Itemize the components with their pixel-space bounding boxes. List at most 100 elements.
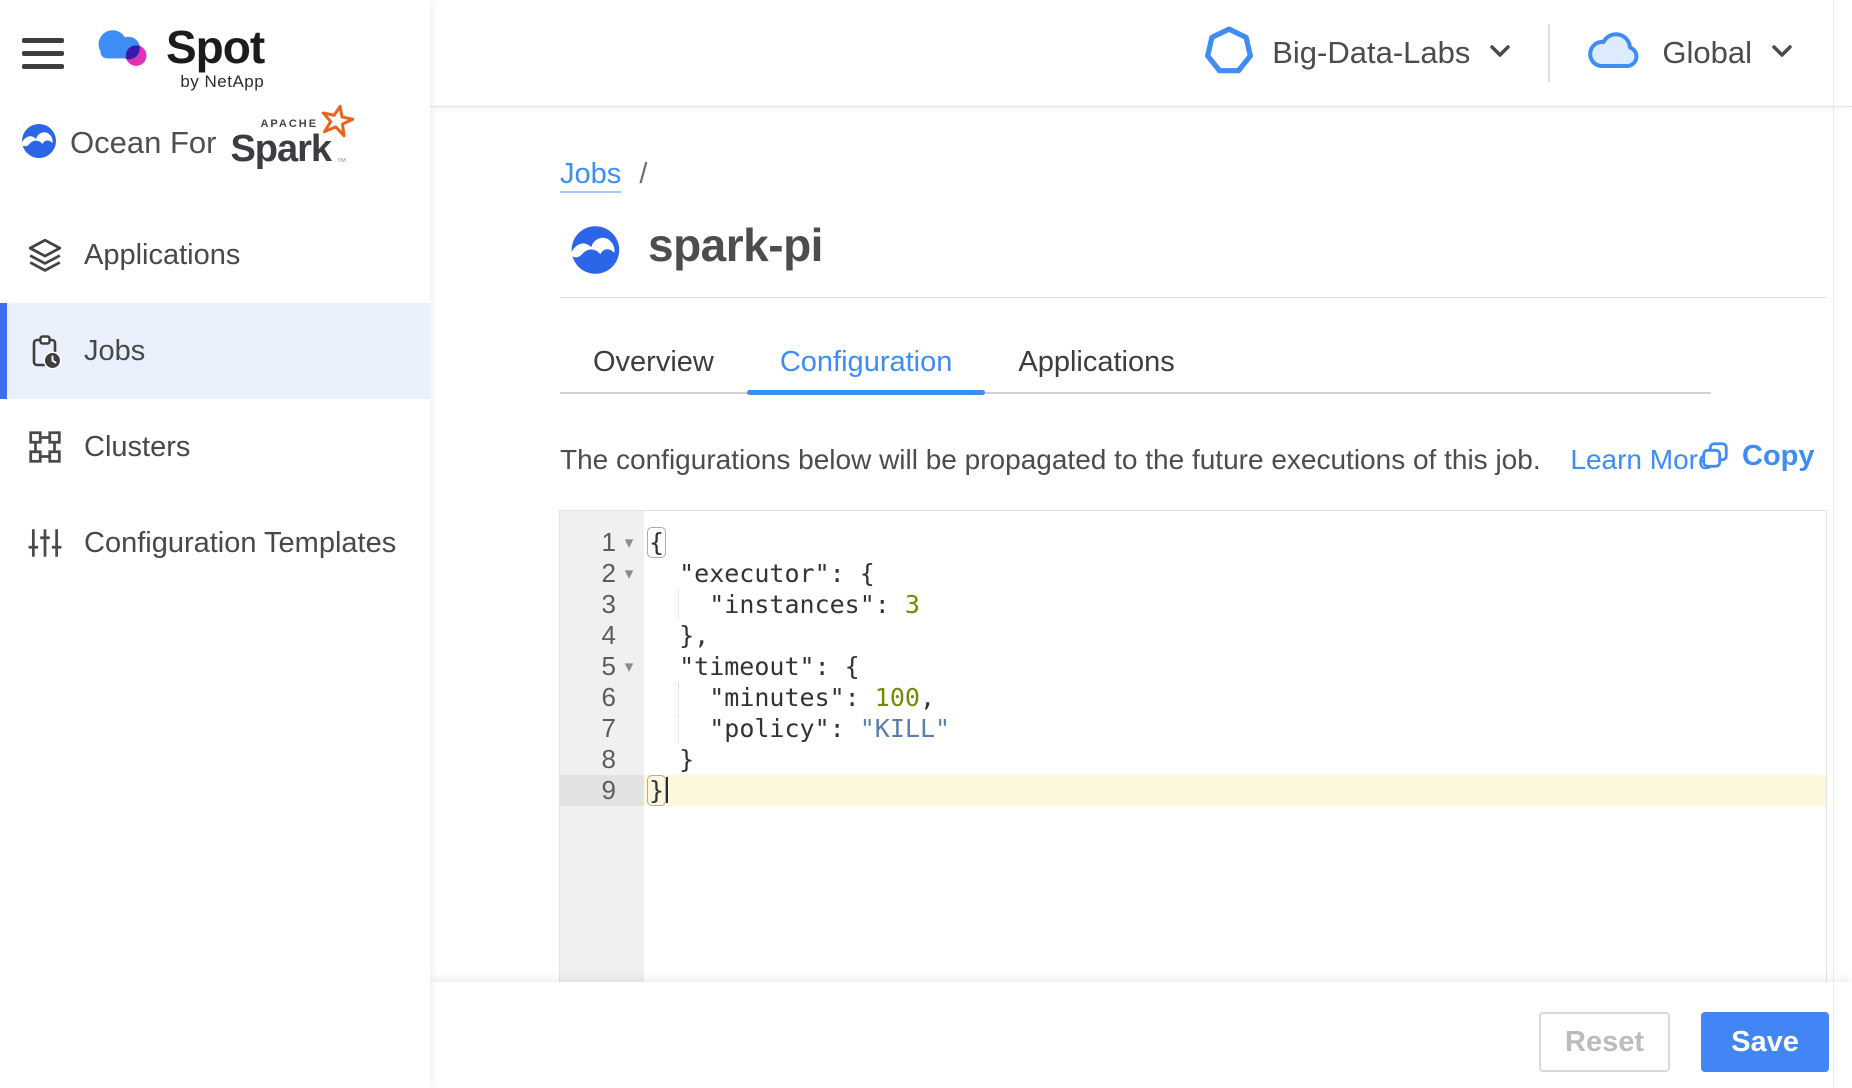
code-token: "executor": {: [649, 559, 875, 588]
fold-arrow-icon[interactable]: ▾: [616, 564, 642, 584]
sidebar-item-label: Clusters: [84, 431, 190, 464]
region-label: Global: [1662, 35, 1752, 71]
fold-arrow-icon[interactable]: ▾: [616, 533, 642, 553]
code-token: "minutes":: [709, 683, 875, 712]
workspace-switcher[interactable]: Big-Data-Labs: [1204, 26, 1512, 81]
editor-gutter: 1▾2▾345▾6789: [560, 511, 644, 982]
code-token: {: [647, 527, 666, 558]
line-number: 1: [564, 527, 616, 558]
sidebar: Spot by NetApp Ocean For APACHE Spark ™: [0, 0, 430, 1088]
tab-configuration[interactable]: Configuration: [747, 331, 986, 394]
gutter-line-4[interactable]: 4: [560, 620, 644, 651]
line-number: 3: [564, 589, 616, 620]
code-token: 100: [875, 683, 920, 712]
sidebar-item-clusters[interactable]: Clusters: [0, 399, 430, 495]
code-line-3[interactable]: "instances": 3: [644, 589, 1826, 620]
copy-icon: [1700, 440, 1730, 473]
sidebar-item-label: Applications: [84, 239, 240, 272]
footer-action-bar: Reset Save: [430, 982, 1852, 1088]
ocean-for-label: Ocean For: [70, 125, 216, 161]
gutter-line-1[interactable]: 1▾: [560, 527, 644, 558]
gutter-line-6[interactable]: 6: [560, 682, 644, 713]
code-line-9[interactable]: }: [644, 775, 1826, 806]
code-line-1[interactable]: {: [644, 527, 1826, 558]
sidebar-item-configuration-templates[interactable]: Configuration Templates: [0, 495, 430, 591]
sidebar-item-label: Jobs: [84, 335, 145, 368]
app-root: Spot by NetApp Ocean For APACHE Spark ™: [0, 0, 1852, 1088]
spot-logo: Spot by NetApp: [92, 24, 264, 92]
spot-cloud-logo-icon: [92, 24, 154, 79]
code-token: [678, 590, 709, 619]
code-line-4[interactable]: },: [644, 620, 1826, 651]
window-right-edge: [1833, 0, 1834, 1088]
spark-label: Spark: [230, 128, 331, 171]
chevron-down-icon: [1488, 43, 1512, 64]
configuration-description: The configurations below will be propaga…: [560, 444, 1714, 476]
gutter-line-7[interactable]: 7: [560, 713, 644, 744]
code-token: "policy":: [709, 714, 860, 743]
json-config-editor[interactable]: 1▾2▾345▾6789 { "executor": { "instances"…: [559, 510, 1827, 982]
code-token: "instances":: [709, 590, 905, 619]
code-line-6[interactable]: "minutes": 100,: [644, 682, 1826, 713]
code-line-8[interactable]: }: [644, 744, 1826, 775]
code-line-7[interactable]: "policy": "KILL": [644, 713, 1826, 744]
code-token: 3: [905, 590, 920, 619]
line-number: 9: [564, 775, 616, 806]
code-token: }: [649, 745, 694, 774]
clipboard-clock-icon: [26, 333, 64, 369]
description-text: The configurations below will be propaga…: [560, 444, 1541, 475]
code-token: [678, 683, 709, 712]
breadcrumb-separator: /: [639, 158, 647, 190]
tab-overview[interactable]: Overview: [560, 331, 747, 394]
text-cursor: [666, 777, 668, 803]
page-title: spark-pi: [648, 218, 823, 272]
reset-button[interactable]: Reset: [1539, 1012, 1670, 1072]
code-token: }: [647, 775, 666, 806]
sliders-icon: [26, 525, 64, 561]
line-number: 4: [564, 620, 616, 651]
apache-spark-logo: APACHE Spark ™: [228, 112, 346, 174]
code-token: },: [649, 621, 709, 650]
fold-arrow-icon[interactable]: ▾: [616, 657, 642, 677]
copy-button[interactable]: Copy: [1700, 440, 1815, 473]
code-line-2[interactable]: "executor": {: [644, 558, 1826, 589]
code-token: [678, 714, 709, 743]
code-line-5[interactable]: "timeout": {: [644, 651, 1826, 682]
gutter-line-3[interactable]: 3: [560, 589, 644, 620]
sidebar-nav: Applications Jobs Clusters Configuration Te…: [0, 207, 430, 591]
topbar: Big-Data-Labs Global: [430, 0, 1852, 107]
spark-star-icon: [320, 104, 354, 143]
breadcrumb: Jobs /: [560, 158, 647, 191]
brand-name: Spot: [166, 24, 264, 70]
learn-more-link[interactable]: Learn More: [1570, 444, 1713, 475]
code-token: "timeout": {: [649, 652, 860, 681]
heptagon-icon: [1204, 26, 1254, 81]
spark-trademark: ™: [336, 157, 346, 168]
code-token: ,: [920, 683, 935, 712]
sidebar-item-jobs[interactable]: Jobs: [0, 303, 430, 399]
sidebar-item-label: Configuration Templates: [84, 527, 396, 560]
layers-icon: [26, 237, 64, 273]
line-number: 6: [564, 682, 616, 713]
gutter-line-2[interactable]: 2▾: [560, 558, 644, 589]
job-wave-icon: [566, 222, 622, 283]
hamburger-menu-button[interactable]: [22, 38, 66, 70]
breadcrumb-jobs-link[interactable]: Jobs: [560, 158, 621, 193]
tab-applications[interactable]: Applications: [985, 331, 1207, 394]
ocean-wave-icon: [18, 121, 58, 166]
gutter-line-9[interactable]: 9: [560, 775, 644, 806]
line-number: 2: [564, 558, 616, 589]
code-token: "KILL": [860, 714, 950, 743]
chevron-down-icon: [1770, 43, 1794, 64]
save-button[interactable]: Save: [1701, 1012, 1829, 1072]
line-number: 8: [564, 744, 616, 775]
editor-code-area[interactable]: { "executor": { "instances": 3 }, "timeo…: [644, 511, 1826, 982]
cloud-icon: [1586, 29, 1644, 78]
code-token: [649, 683, 679, 712]
sidebar-item-applications[interactable]: Applications: [0, 207, 430, 303]
code-token: [649, 590, 679, 619]
workspace-label: Big-Data-Labs: [1272, 35, 1470, 71]
gutter-line-5[interactable]: 5▾: [560, 651, 644, 682]
region-switcher[interactable]: Global: [1586, 29, 1794, 78]
gutter-line-8[interactable]: 8: [560, 744, 644, 775]
